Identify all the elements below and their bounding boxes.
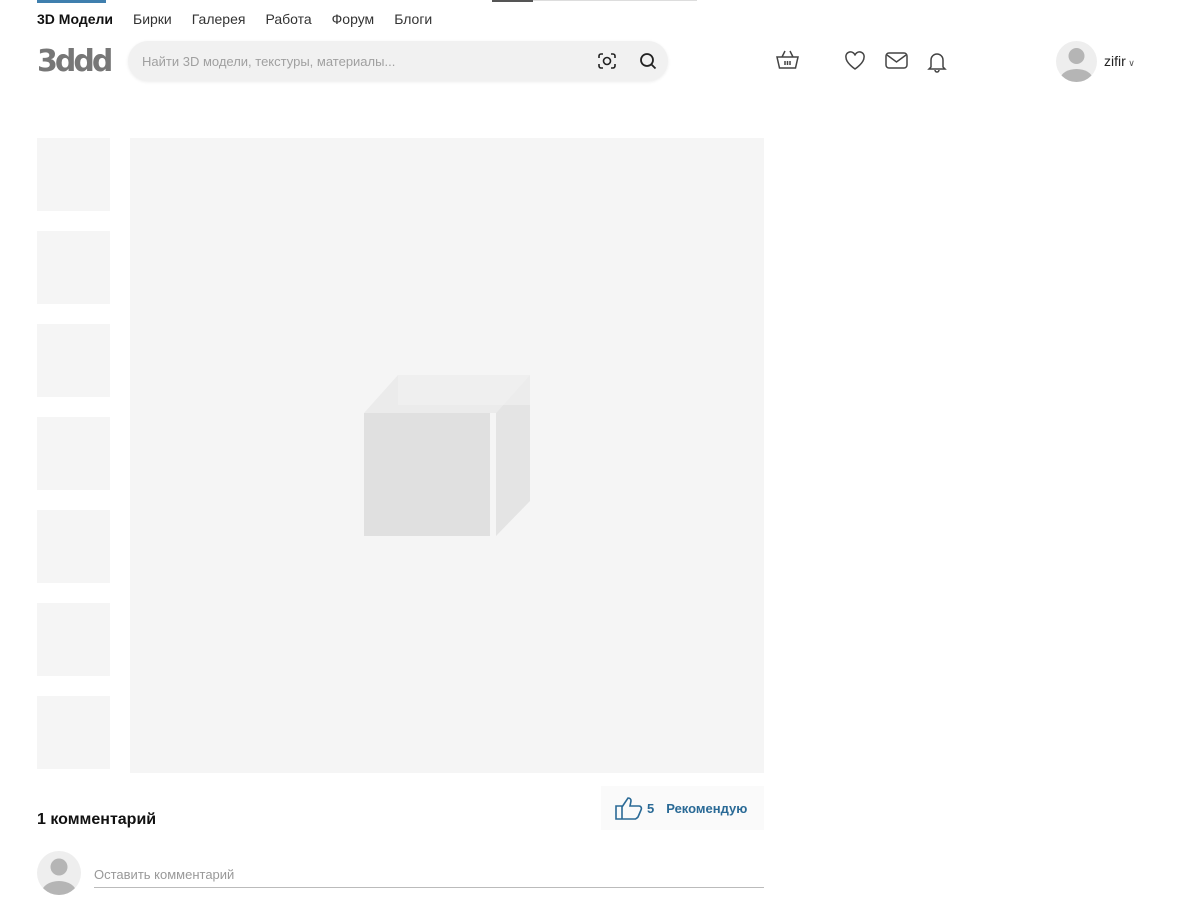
thumbnail[interactable] — [37, 138, 110, 211]
search-bar — [128, 41, 668, 81]
logo[interactable]: 3ddd — [37, 44, 113, 79]
cart-basket-icon[interactable] — [775, 49, 800, 71]
search-input[interactable] — [142, 41, 582, 81]
camera-search-icon[interactable] — [597, 52, 617, 70]
user-menu[interactable]: zifir ∨ — [1104, 53, 1135, 69]
user-silhouette-icon — [1060, 48, 1093, 82]
active-tab-indicator — [37, 0, 106, 3]
messages-mail-icon[interactable] — [885, 52, 908, 70]
thumbnail[interactable] — [37, 696, 110, 769]
main-preview-image[interactable] — [130, 138, 764, 773]
recommend-button[interactable]: 5 Рекомендую — [601, 786, 764, 830]
thumbnail[interactable] — [37, 324, 110, 397]
cube-placeholder-icon — [364, 375, 530, 536]
thumbs-up-icon — [615, 797, 643, 820]
chevron-down-icon: ∨ — [1125, 58, 1135, 68]
favorites-heart-icon[interactable] — [844, 51, 866, 71]
thumbnail[interactable] — [37, 417, 110, 490]
recommend-label: Рекомендую — [666, 800, 748, 816]
username: zifir — [1104, 53, 1126, 69]
nav-blogs[interactable]: Блоги — [394, 11, 432, 27]
top-divider — [533, 0, 697, 1]
nav-tags[interactable]: Бирки — [133, 11, 172, 27]
search-icon[interactable] — [639, 52, 657, 70]
nav-work[interactable]: Работа — [265, 11, 311, 27]
user-avatar[interactable] — [1056, 41, 1097, 82]
nav-forum[interactable]: Форум — [332, 11, 375, 27]
comment-field — [94, 862, 764, 888]
main-nav: 3D Модели Бирки Галерея Работа Форум Бло… — [37, 11, 432, 27]
nav-3d-models[interactable]: 3D Модели — [37, 11, 113, 27]
user-silhouette-icon — [42, 858, 76, 895]
commenter-avatar — [37, 851, 81, 895]
thumbnail[interactable] — [37, 603, 110, 676]
thumbnail[interactable] — [37, 510, 110, 583]
top-divider — [492, 0, 533, 2]
thumbnail[interactable] — [37, 231, 110, 304]
recommend-count: 5 — [647, 800, 655, 816]
notifications-bell-icon[interactable] — [926, 51, 948, 73]
comment-input[interactable] — [94, 862, 764, 886]
nav-gallery[interactable]: Галерея — [192, 11, 246, 27]
comments-count-heading: 1 комментарий — [37, 811, 157, 828]
